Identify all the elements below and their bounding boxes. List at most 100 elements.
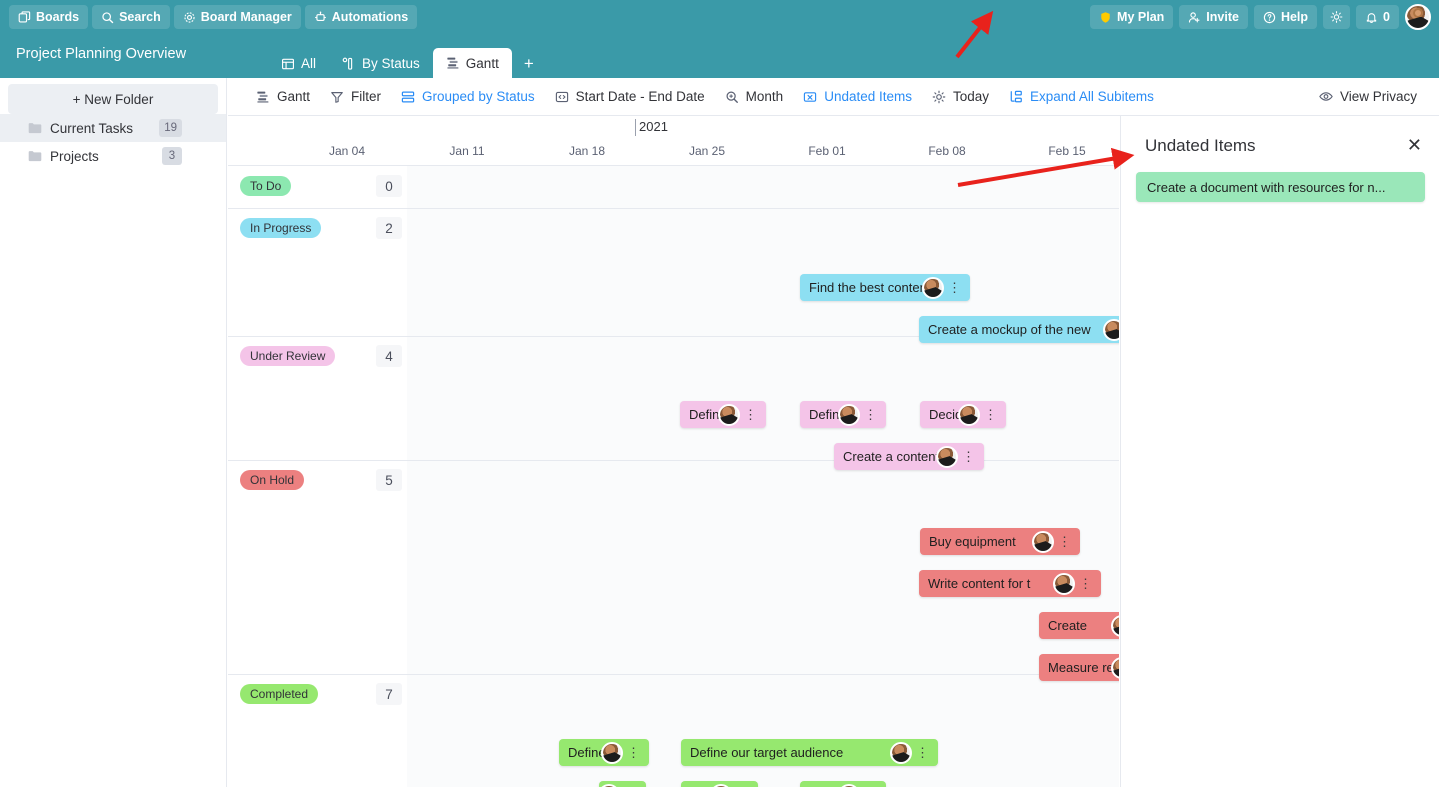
help-button[interactable]: Help: [1253, 5, 1318, 29]
gantt-task-bar[interactable]: Write content for t ⋮: [919, 570, 1101, 597]
toolbar-undated-items-button[interactable]: Undated Items: [793, 84, 922, 110]
gantt-task-bar[interactable]: Define our target audience ⋮: [681, 739, 938, 766]
gantt-task-bar[interactable]: De⋮: [681, 781, 758, 787]
gantt-task-bar[interactable]: Create⋮: [1039, 612, 1119, 639]
automations-button[interactable]: Automations: [304, 5, 418, 29]
notifications-count: 0: [1383, 10, 1390, 24]
tab-by-status[interactable]: By Status: [329, 49, 433, 78]
board-manager-button[interactable]: Board Manager: [173, 5, 301, 29]
my-plan-button[interactable]: My Plan: [1090, 5, 1174, 29]
group-status-chip[interactable]: Completed: [240, 684, 319, 704]
add-view-button[interactable]: +: [512, 54, 546, 78]
group-item-count: 2: [376, 217, 402, 239]
assignee-avatar[interactable]: [1103, 318, 1119, 341]
gantt-task-label: Create a content: [843, 449, 940, 464]
gantt-task-bar[interactable]: Define ⋮: [559, 739, 649, 766]
assignee-avatar[interactable]: [936, 445, 958, 468]
year-tick: [635, 119, 636, 136]
sidebar-item-current-tasks[interactable]: Current Tasks 19: [0, 114, 226, 142]
toolbar-expand-all-subitems-button[interactable]: Expand All Subitems: [999, 84, 1164, 110]
undated-item[interactable]: Create a document with resources for n..…: [1136, 172, 1425, 202]
group-status-chip[interactable]: Under Review: [240, 346, 336, 366]
theme-toggle-button[interactable]: [1323, 5, 1351, 29]
gantt-task-bar[interactable]: Create a content ⋮: [834, 443, 984, 470]
toolbar-filter-button[interactable]: Filter: [320, 84, 391, 110]
timeline-date-row: Jan 04 Jan 11 Jan 18 Jan 25 Feb 01 Feb 08 Feb …: [228, 141, 1119, 166]
close-icon[interactable]: ✕: [1407, 136, 1422, 154]
gantt-task-bar[interactable]: Measure re⋮: [1039, 654, 1119, 681]
gantt-group-lane: [407, 674, 1119, 787]
group-status-chip[interactable]: To Do: [240, 176, 292, 196]
toolbar-month-button[interactable]: Month: [715, 84, 794, 110]
gantt-task-bar[interactable]: ⋮: [599, 781, 646, 787]
board-header-bar: Project Planning Overview All By Status …: [0, 34, 1439, 100]
gantt-task-bar[interactable]: Decide ⋮: [920, 401, 1006, 428]
gantt-task-bar[interactable]: Find the best content ⋮: [800, 274, 970, 301]
status-badge: Under Review: [240, 346, 336, 366]
task-menu-icon[interactable]: ⋮: [948, 281, 961, 294]
task-menu-icon[interactable]: ⋮: [744, 408, 757, 421]
assignee-avatar[interactable]: [718, 403, 740, 426]
toolbar-view-privacy-button[interactable]: View Privacy: [1309, 84, 1427, 110]
group-separator: [228, 208, 1119, 209]
group-status-chip[interactable]: In Progress: [240, 218, 322, 238]
task-menu-icon[interactable]: ⋮: [1058, 535, 1071, 548]
gantt-task-bar[interactable]: Define ⋮: [800, 401, 886, 428]
gantt-task-label: Find the best content: [809, 280, 931, 295]
search-button[interactable]: Search: [92, 5, 170, 29]
gantt-task-bar[interactable]: Define ⋮: [680, 401, 766, 428]
assignee-avatar[interactable]: [1032, 530, 1054, 553]
boards-label: Boards: [36, 10, 80, 24]
assignee-avatar[interactable]: [838, 783, 860, 787]
tab-all[interactable]: All: [268, 49, 329, 78]
gantt-task-label: Define: [568, 745, 606, 760]
toolbar-today-label: Today: [953, 89, 990, 104]
invite-label: Invite: [1206, 10, 1239, 24]
task-menu-icon[interactable]: ⋮: [984, 408, 997, 421]
status-badge: To Do: [240, 176, 292, 196]
task-menu-icon[interactable]: ⋮: [864, 408, 877, 421]
toolbar-date-range-button[interactable]: Start Date - End Date: [545, 84, 715, 110]
gantt-icon: [446, 56, 460, 70]
gantt-group-lane: [407, 336, 1119, 460]
notifications-button[interactable]: 0: [1356, 5, 1399, 29]
assignee-avatar[interactable]: [1111, 614, 1119, 637]
gantt-task-bar[interactable]: Analy⋮: [800, 781, 886, 787]
gantt-task-label: Measure re: [1048, 660, 1114, 675]
task-menu-icon[interactable]: ⋮: [627, 746, 640, 759]
tab-gantt[interactable]: Gantt: [432, 48, 512, 78]
assignee-avatar[interactable]: [922, 276, 944, 299]
gantt-task-bar[interactable]: Buy equipment ⋮: [920, 528, 1080, 555]
toolbar-today-button[interactable]: Today: [922, 84, 999, 110]
task-menu-icon[interactable]: ⋮: [962, 450, 975, 463]
group-status-chip[interactable]: On Hold: [240, 470, 305, 490]
table-icon: [281, 57, 295, 71]
timeline-date-label: Jan 11: [449, 144, 485, 158]
assignee-avatar[interactable]: [710, 783, 732, 787]
assignee-avatar[interactable]: [601, 741, 623, 764]
assignee-avatar[interactable]: [890, 741, 912, 764]
gantt-body: To Do 0 In Progress 2 Under Review 4 On Hold 5 C…: [228, 166, 1119, 787]
boards-button[interactable]: Boards: [9, 5, 89, 29]
new-folder-button[interactable]: + New Folder: [8, 84, 218, 114]
toolbar-grouped-by-status-label: Grouped by Status: [422, 89, 535, 104]
group-rows-icon: [401, 90, 415, 104]
assignee-avatar[interactable]: [599, 783, 620, 787]
page-title: Project Planning Overview: [16, 46, 187, 62]
timeline-date-label: Feb 15: [1048, 144, 1086, 158]
toolbar-gantt-button[interactable]: Gantt: [246, 84, 320, 110]
task-menu-icon[interactable]: ⋮: [916, 746, 929, 759]
sidebar-item-projects[interactable]: Projects 3: [0, 142, 226, 170]
toolbar-grouped-by-status-button[interactable]: Grouped by Status: [391, 84, 545, 110]
boards-icon: [18, 10, 31, 24]
gantt-task-bar[interactable]: Create a mockup of the new⋮: [919, 316, 1119, 343]
assignee-avatar[interactable]: [958, 403, 980, 426]
sidebar-item-projects-count: 3: [162, 147, 182, 165]
task-menu-icon[interactable]: ⋮: [1079, 577, 1092, 590]
tab-all-label: All: [301, 56, 317, 71]
undated-items-title: Undated Items: [1145, 136, 1256, 155]
assignee-avatar[interactable]: [838, 403, 860, 426]
invite-button[interactable]: Invite: [1179, 5, 1248, 29]
user-avatar[interactable]: [1405, 4, 1431, 30]
assignee-avatar[interactable]: [1053, 572, 1075, 595]
